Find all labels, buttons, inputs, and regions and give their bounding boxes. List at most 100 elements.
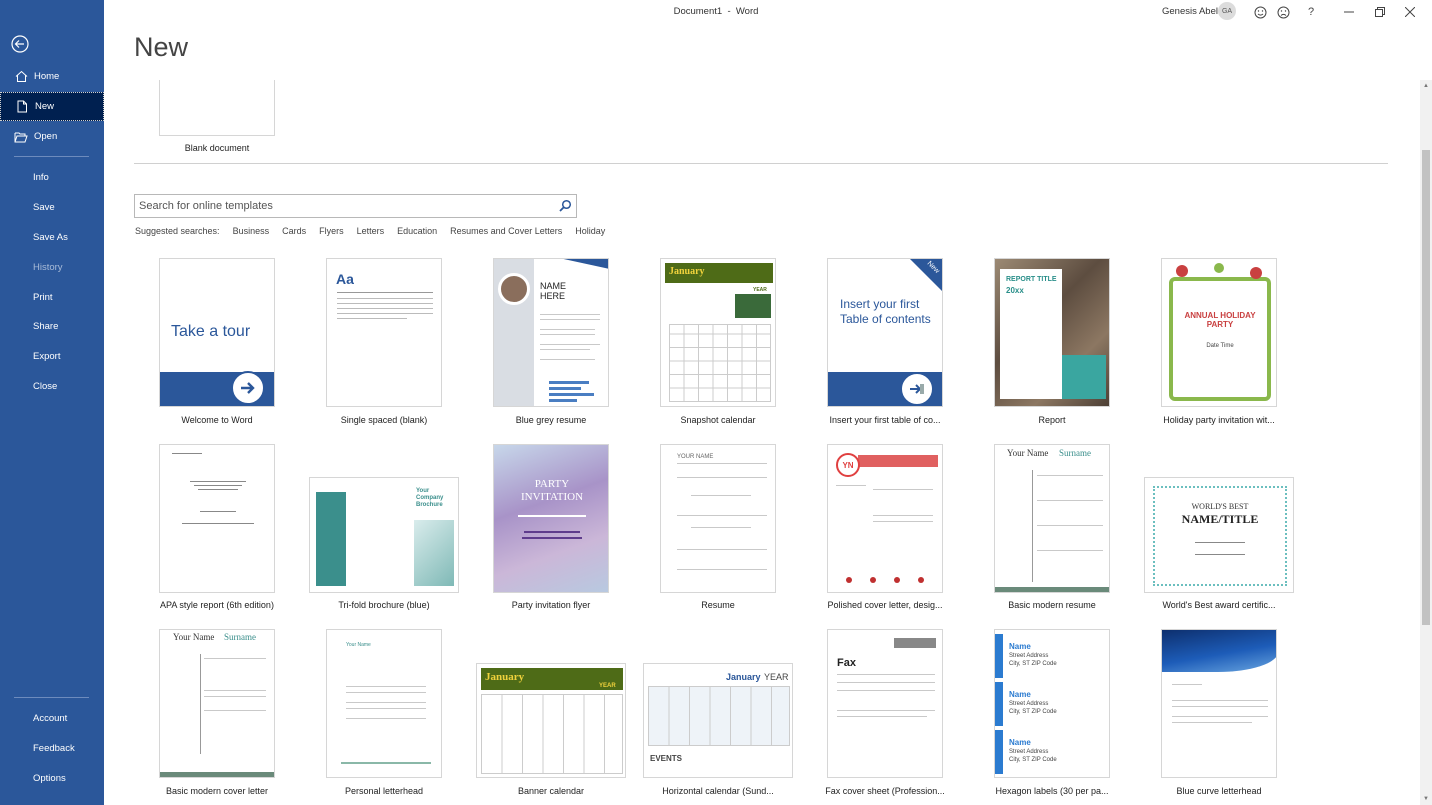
template-thumbnail-table-of-contents[interactable]: New Insert your first Table of contents	[827, 258, 943, 407]
thumb-line	[172, 453, 202, 454]
template-thumbnail-award-certificate[interactable]: WORLD'S BEST NAME/TITLE	[1144, 477, 1294, 593]
sidebar-item-label: Save As	[33, 232, 68, 243]
template-thumbnail-snapshot-calendar[interactable]: January YEAR	[660, 258, 776, 407]
template-thumbnail-apa-report[interactable]	[159, 444, 275, 593]
template-label[interactable]: Single spaced (blank)	[309, 415, 459, 425]
template-thumbnail-polished-cover-letter[interactable]: YN	[827, 444, 943, 593]
template-thumbnail-welcome[interactable]: Take a tour	[159, 258, 275, 407]
vertical-scrollbar[interactable]: ▲ ▼	[1420, 80, 1432, 805]
suggested-search-cards[interactable]: Cards	[282, 226, 306, 236]
thumb-line	[194, 485, 242, 486]
suggested-search-holiday[interactable]: Holiday	[575, 226, 605, 236]
sidebar-item-close[interactable]: Close	[0, 372, 104, 401]
template-thumbnail-horizontal-calendar[interactable]: January YEAR EVENTS	[643, 663, 793, 778]
template-label[interactable]: Basic modern cover letter	[142, 786, 292, 796]
search-input[interactable]	[139, 198, 549, 214]
thumb-line	[540, 319, 600, 320]
title-bar: Document1 - Word Genesis Abel GA ?	[104, 0, 1432, 24]
sidebar-item-info[interactable]: Info	[0, 163, 104, 192]
suggested-search-letters[interactable]: Letters	[357, 226, 385, 236]
template-thumbnail-trifold-brochure[interactable]: Your Company Brochure	[309, 477, 459, 593]
suggested-search-flyers[interactable]: Flyers	[319, 226, 344, 236]
thumb-text: Insert your first Table of contents	[840, 297, 931, 326]
blank-document-label[interactable]: Blank document	[159, 143, 275, 153]
thumb-line	[837, 710, 935, 711]
blank-document-thumbnail[interactable]	[159, 80, 275, 136]
template-label[interactable]: World's Best award certific...	[1144, 600, 1294, 610]
template-label[interactable]: Party invitation flyer	[476, 600, 626, 610]
template-thumbnail-fax-cover[interactable]: Fax	[827, 629, 943, 778]
thumb-text: January	[669, 266, 705, 277]
thumb-line	[540, 344, 600, 345]
suggested-search-resumes[interactable]: Resumes and Cover Letters	[450, 226, 562, 236]
sidebar-item-open[interactable]: Open	[0, 122, 104, 151]
template-thumbnail-holiday-party[interactable]: ANNUAL HOLIDAY PARTY Date Time	[1161, 258, 1277, 407]
template-label[interactable]: Tri-fold brochure (blue)	[309, 600, 459, 610]
template-thumbnail-personal-letterhead[interactable]: Your Name	[326, 629, 442, 778]
back-arrow-icon[interactable]	[11, 35, 29, 53]
template-label[interactable]: Blue grey resume	[476, 415, 626, 425]
thumb-divider	[1032, 470, 1033, 582]
sidebar-item-print[interactable]: Print	[0, 283, 104, 312]
template-label[interactable]: Basic modern resume	[977, 600, 1127, 610]
template-thumbnail-basic-modern-resume[interactable]: Your Name Surname	[994, 444, 1110, 593]
template-label[interactable]: Fax cover sheet (Profession...	[810, 786, 960, 796]
template-thumbnail-single-spaced[interactable]: Aa	[326, 258, 442, 407]
template-thumbnail-hexagon-labels[interactable]: Name Street Address City, ST ZIP Code Na…	[994, 629, 1110, 778]
sidebar-item-account[interactable]: Account	[0, 704, 104, 733]
thumb-text: Street Address	[1009, 749, 1049, 755]
template-thumbnail-blue-grey-resume[interactable]: NAME HERE	[493, 258, 609, 407]
search-icon[interactable]	[558, 199, 572, 213]
sidebar-item-options[interactable]: Options	[0, 764, 104, 793]
close-window-icon[interactable]	[1402, 4, 1418, 20]
template-thumbnail-resume[interactable]: YOUR NAME	[660, 444, 776, 593]
frown-feedback-icon[interactable]	[1275, 4, 1291, 20]
suggested-search-business[interactable]: Business	[233, 226, 270, 236]
thumb-text: City, ST ZIP Code	[1009, 757, 1057, 763]
sidebar-item-feedback[interactable]: Feedback	[0, 734, 104, 763]
template-label[interactable]: Report	[977, 415, 1127, 425]
avatar[interactable]: GA	[1218, 2, 1236, 20]
scroll-up-icon[interactable]: ▲	[1420, 80, 1432, 92]
scroll-down-icon[interactable]: ▼	[1420, 793, 1432, 805]
minimize-icon[interactable]	[1341, 4, 1357, 20]
template-label[interactable]: Blue curve letterhead	[1144, 786, 1294, 796]
template-thumbnail-basic-modern-cover-letter[interactable]: Your Name Surname	[159, 629, 275, 778]
thumb-line	[182, 523, 254, 524]
sidebar-item-export[interactable]: Export	[0, 342, 104, 371]
backstage-sidebar: Home New Open Info Save Save As History	[0, 0, 104, 805]
ornament-icon	[1176, 265, 1188, 277]
template-label[interactable]: Insert your first table of co...	[810, 415, 960, 425]
user-name[interactable]: Genesis Abel	[1162, 6, 1218, 17]
smile-feedback-icon[interactable]	[1252, 4, 1268, 20]
template-label[interactable]: Horizontal calendar (Sund...	[643, 786, 793, 796]
template-thumbnail-blue-curve-letterhead[interactable]	[1161, 629, 1277, 778]
template-search-box	[134, 194, 577, 218]
thumb-line	[198, 489, 238, 490]
sidebar-item-share[interactable]: Share	[0, 312, 104, 341]
scroll-thumb[interactable]	[1422, 150, 1430, 625]
thumb-line	[337, 292, 433, 293]
sidebar-item-new[interactable]: New	[0, 92, 104, 121]
template-label[interactable]: Banner calendar	[476, 786, 626, 796]
help-icon[interactable]: ?	[1303, 4, 1319, 20]
sidebar-item-save-as[interactable]: Save As	[0, 223, 104, 252]
template-thumbnail-party-invitation[interactable]: PARTY INVITATION	[493, 444, 609, 593]
template-label[interactable]: Personal letterhead	[309, 786, 459, 796]
template-label[interactable]: Snapshot calendar	[643, 415, 793, 425]
template-label[interactable]: Polished cover letter, desig...	[810, 600, 960, 610]
sidebar-item-save[interactable]: Save	[0, 193, 104, 222]
template-label[interactable]: Resume	[643, 600, 793, 610]
template-label[interactable]: Hexagon labels (30 per pa...	[977, 786, 1127, 796]
skill-bar	[549, 381, 589, 384]
window-title: Document1 - Word	[673, 6, 759, 17]
template-label[interactable]: Welcome to Word	[142, 415, 292, 425]
template-thumbnail-report[interactable]: REPORT TITLE 20xx	[994, 258, 1110, 407]
thumb-line	[518, 515, 586, 517]
template-thumbnail-banner-calendar[interactable]: January YEAR	[476, 663, 626, 778]
sidebar-item-home[interactable]: Home	[0, 62, 104, 91]
template-label[interactable]: APA style report (6th edition)	[142, 600, 292, 610]
suggested-search-education[interactable]: Education	[397, 226, 437, 236]
restore-icon[interactable]	[1372, 4, 1388, 20]
template-label[interactable]: Holiday party invitation wit...	[1144, 415, 1294, 425]
